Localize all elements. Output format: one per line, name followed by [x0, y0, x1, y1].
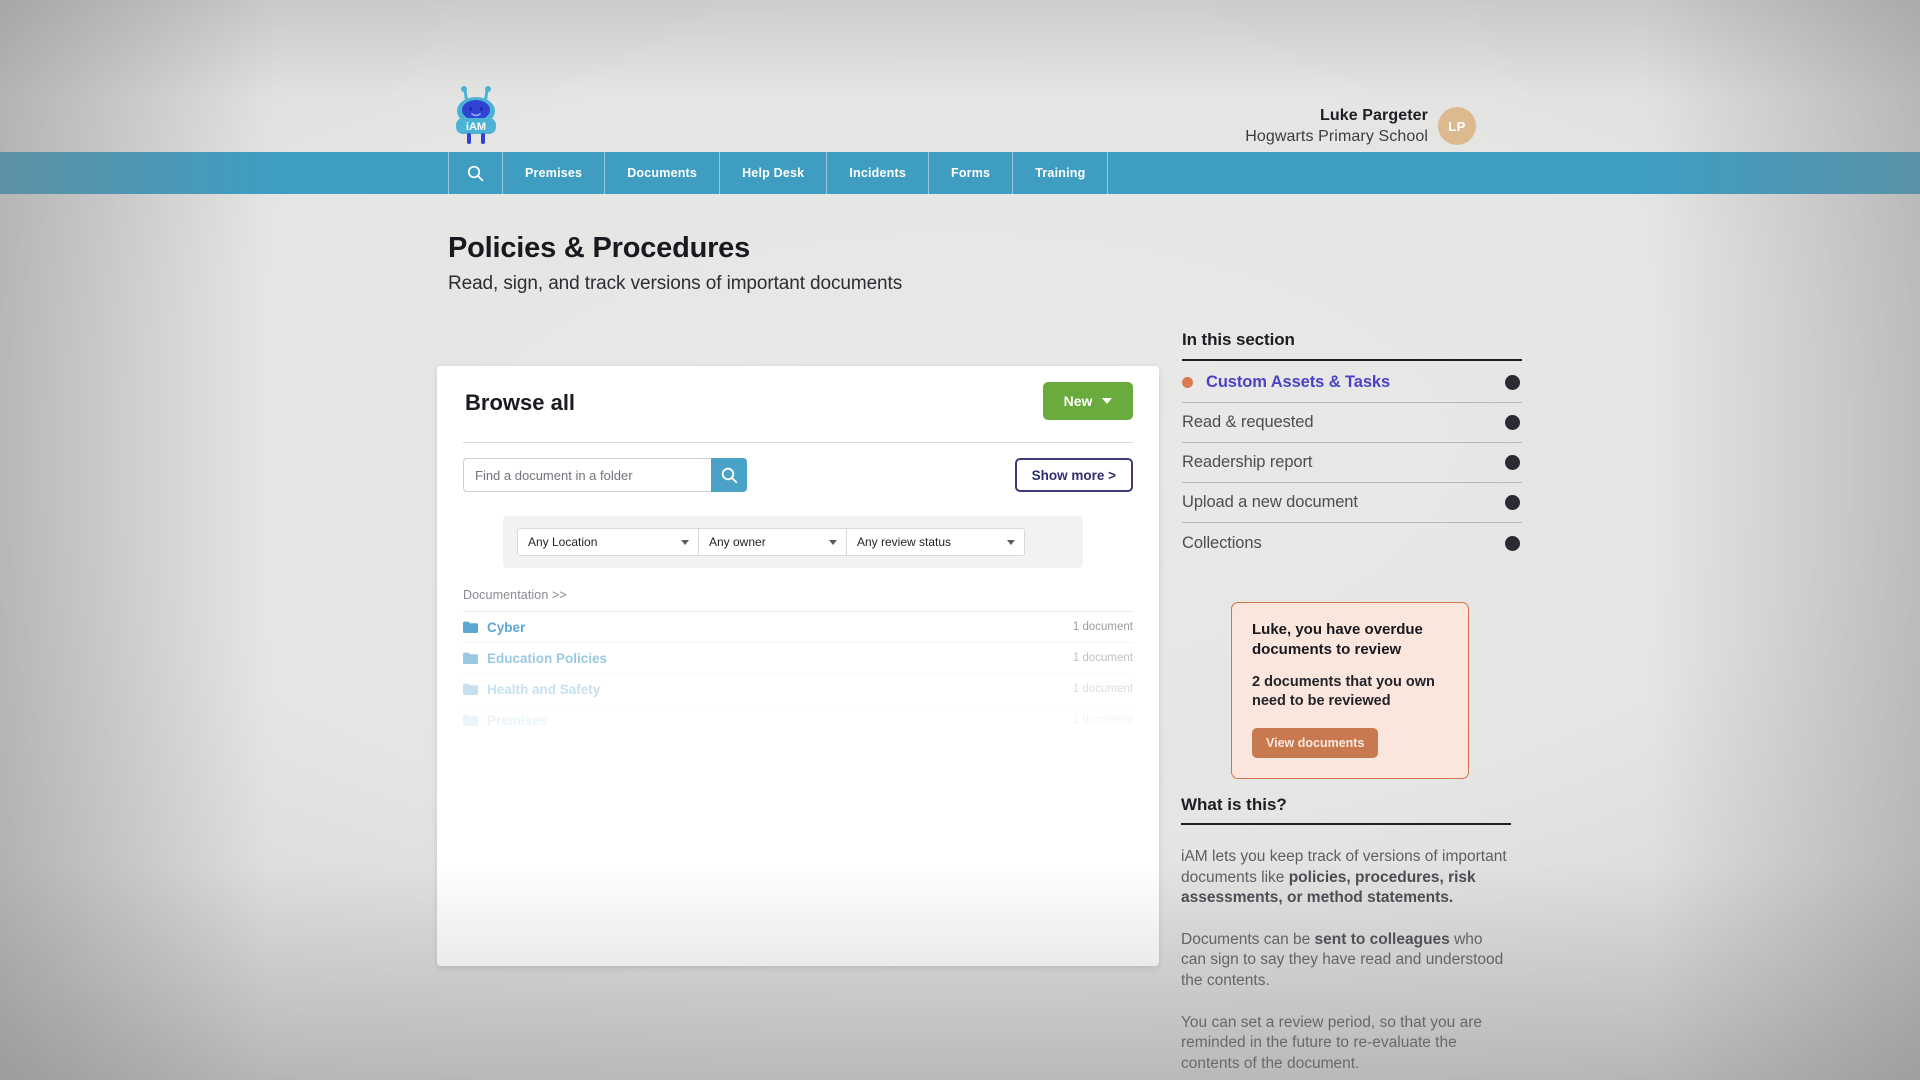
folder-document-count: 1 document — [1072, 621, 1133, 633]
folder-name: Health and Safety — [487, 681, 601, 697]
sidebar-item-label: Collections — [1182, 533, 1262, 552]
folder-name: Education Policies — [487, 650, 608, 666]
sidebar-item-read-requested[interactable]: Read & requested — [1182, 403, 1522, 443]
nav-item-incidents[interactable]: Incidents — [827, 152, 929, 194]
sidebar-item-readership-report[interactable]: Readership report — [1182, 443, 1522, 483]
sidebar-item-collections[interactable]: Collections — [1182, 523, 1522, 563]
nav-item-forms[interactable]: Forms — [929, 152, 1014, 194]
nav-item-premises[interactable]: Premises — [503, 152, 606, 194]
folder-icon — [463, 621, 478, 633]
folder-icon — [463, 652, 478, 664]
about-p2-bold: sent to colleagues — [1314, 930, 1450, 948]
main-navigation: Premises Documents Help Desk Incidents F… — [0, 152, 1920, 194]
list-fade-overlay — [463, 887, 1133, 966]
folder-document-count: 1 document — [1072, 683, 1133, 695]
chevron-circle-icon[interactable] — [1505, 535, 1520, 551]
robot-logo-icon: iAM — [456, 86, 496, 144]
overdue-documents-alert: Luke, you have overdue documents to revi… — [1231, 602, 1469, 780]
about-p2-pre: Documents can be — [1181, 930, 1315, 948]
sidebar-item-custom-assets-tasks[interactable]: Custom Assets & Tasks — [1182, 363, 1522, 403]
browse-listing: Documentation >> Cyber 1 document Educat… — [463, 366, 1133, 966]
status-dot-icon — [1182, 377, 1193, 388]
folder-icon — [463, 714, 478, 726]
chevron-circle-icon[interactable] — [1505, 375, 1520, 390]
about-paragraph-1: iAM lets you keep track of versions of i… — [1181, 847, 1511, 909]
user-profile[interactable]: Luke Pargeter Hogwarts Primary School LP — [1245, 105, 1476, 147]
chevron-circle-icon[interactable] — [1505, 415, 1520, 430]
about-paragraph-3: You can set a review period, so that you… — [1181, 1013, 1483, 1072]
chevron-circle-icon[interactable] — [1505, 495, 1520, 510]
nav-item-documents[interactable]: Documents — [605, 152, 721, 194]
folder-row[interactable]: Cyber 1 document — [463, 611, 1133, 642]
sidebar-item-label: Upload a new document — [1182, 493, 1358, 511]
folder-row[interactable]: Premises 1 document — [463, 704, 1133, 735]
view-documents-button[interactable]: View documents — [1252, 728, 1379, 759]
sidebar-item-label: Readership report — [1182, 453, 1313, 471]
svg-text:iAM: iAM — [466, 121, 486, 133]
chevron-circle-icon[interactable] — [1505, 455, 1520, 470]
folder-icon — [463, 683, 478, 695]
nav-item-help-desk[interactable]: Help Desk — [720, 152, 828, 194]
about-paragraph-2: Documents can be sent to colleagues who … — [1181, 930, 1511, 992]
search-icon — [467, 165, 484, 181]
sidebar-item-label: Custom Assets & Tasks — [1206, 373, 1391, 391]
folder-document-count: 1 document — [1072, 714, 1133, 726]
folder-document-count: 1 document — [1072, 652, 1133, 664]
user-organisation: Hogwarts Primary School — [1245, 128, 1428, 146]
sidebar-item-label: Read & requested — [1182, 413, 1314, 431]
breadcrumb: Documentation >> — [463, 588, 567, 602]
what-is-this-panel: What is this? iAM lets you keep track of… — [1181, 795, 1511, 1080]
browse-all-card: Browse all New Show more > Any — [437, 366, 1159, 966]
what-is-this-heading: What is this? — [1181, 795, 1287, 814]
in-this-section-heading: In this section — [1182, 330, 1295, 349]
page-subtitle: Read, sign, and track versions of import… — [448, 273, 903, 294]
nav-search-button[interactable] — [448, 152, 503, 194]
heading-rule — [1182, 359, 1522, 361]
folder-name: Cyber — [487, 619, 526, 635]
user-name: Luke Pargeter — [1319, 107, 1428, 124]
page-header: iAM Luke Pargeter Hogwarts Primary Schoo… — [0, 0, 1920, 152]
avatar[interactable]: LP — [1438, 107, 1476, 146]
in-this-section-panel: In this section Custom Assets & Tasks Re… — [1182, 330, 1522, 563]
folder-row[interactable]: Health and Safety 1 document — [463, 673, 1133, 704]
section-list: Custom Assets & Tasks Read & requested R… — [1182, 363, 1522, 563]
folder-row[interactable]: Education Policies 1 document — [463, 642, 1133, 673]
sidebar-item-upload-new-document[interactable]: Upload a new document — [1182, 483, 1522, 523]
iam-logo[interactable]: iAM — [448, 82, 504, 146]
folder-name: Premises — [487, 712, 548, 728]
page-title: Policies & Procedures — [448, 232, 751, 264]
alert-title: Luke, you have overdue documents to revi… — [1252, 621, 1423, 658]
heading-rule — [1181, 823, 1511, 825]
nav-items: Premises Documents Help Desk Incidents F… — [448, 152, 1109, 194]
page-heading-block: Policies & Procedures Read, sign, and tr… — [448, 232, 1534, 295]
user-text: Luke Pargeter Hogwarts Primary School — [1245, 105, 1428, 147]
nav-item-training[interactable]: Training — [1013, 152, 1109, 194]
app-root: iAM Luke Pargeter Hogwarts Primary Schoo… — [0, 0, 1920, 1080]
alert-body: 2 documents that you own need to be revi… — [1252, 673, 1435, 709]
folder-list: Cyber 1 document Education Policies 1 do… — [463, 611, 1133, 966]
